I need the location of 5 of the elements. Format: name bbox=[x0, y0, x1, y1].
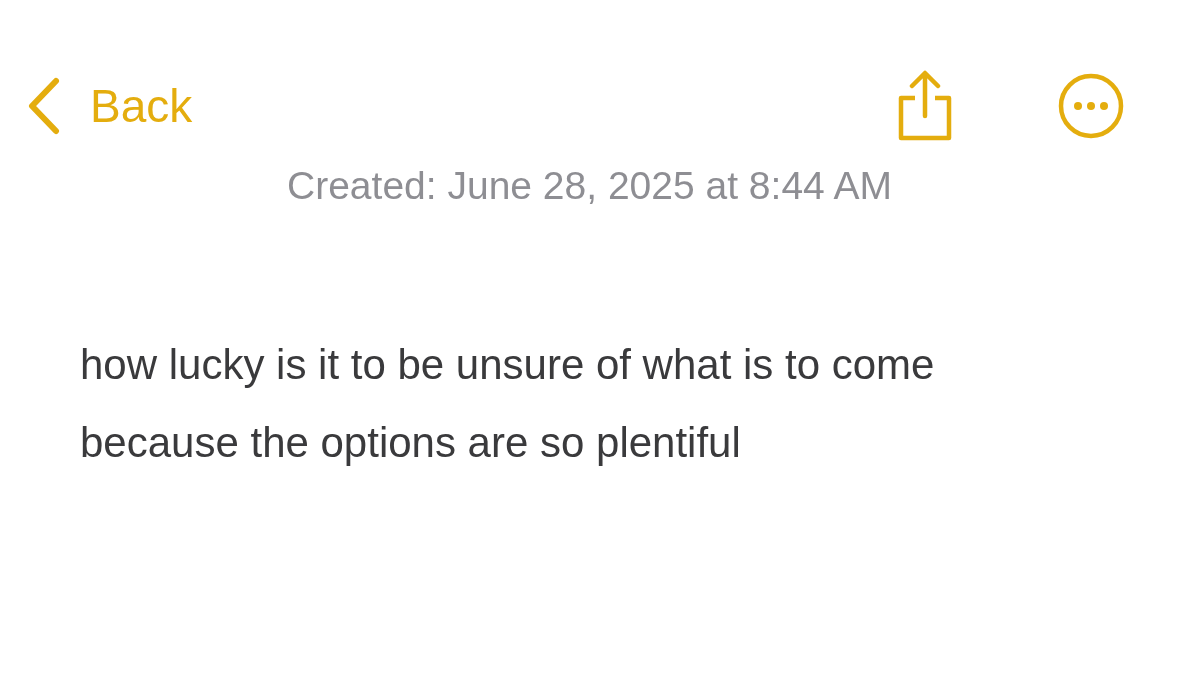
note-text: how lucky is it to be unsure of what is to come because the options are so plentiful bbox=[80, 340, 936, 468]
chevron-left-icon bbox=[26, 77, 62, 135]
created-date: Created: June 28, 2025 at 8:44 AM bbox=[286, 164, 893, 208]
back-button[interactable]: Back bbox=[26, 77, 193, 135]
more-icon[interactable] bbox=[1057, 72, 1125, 140]
